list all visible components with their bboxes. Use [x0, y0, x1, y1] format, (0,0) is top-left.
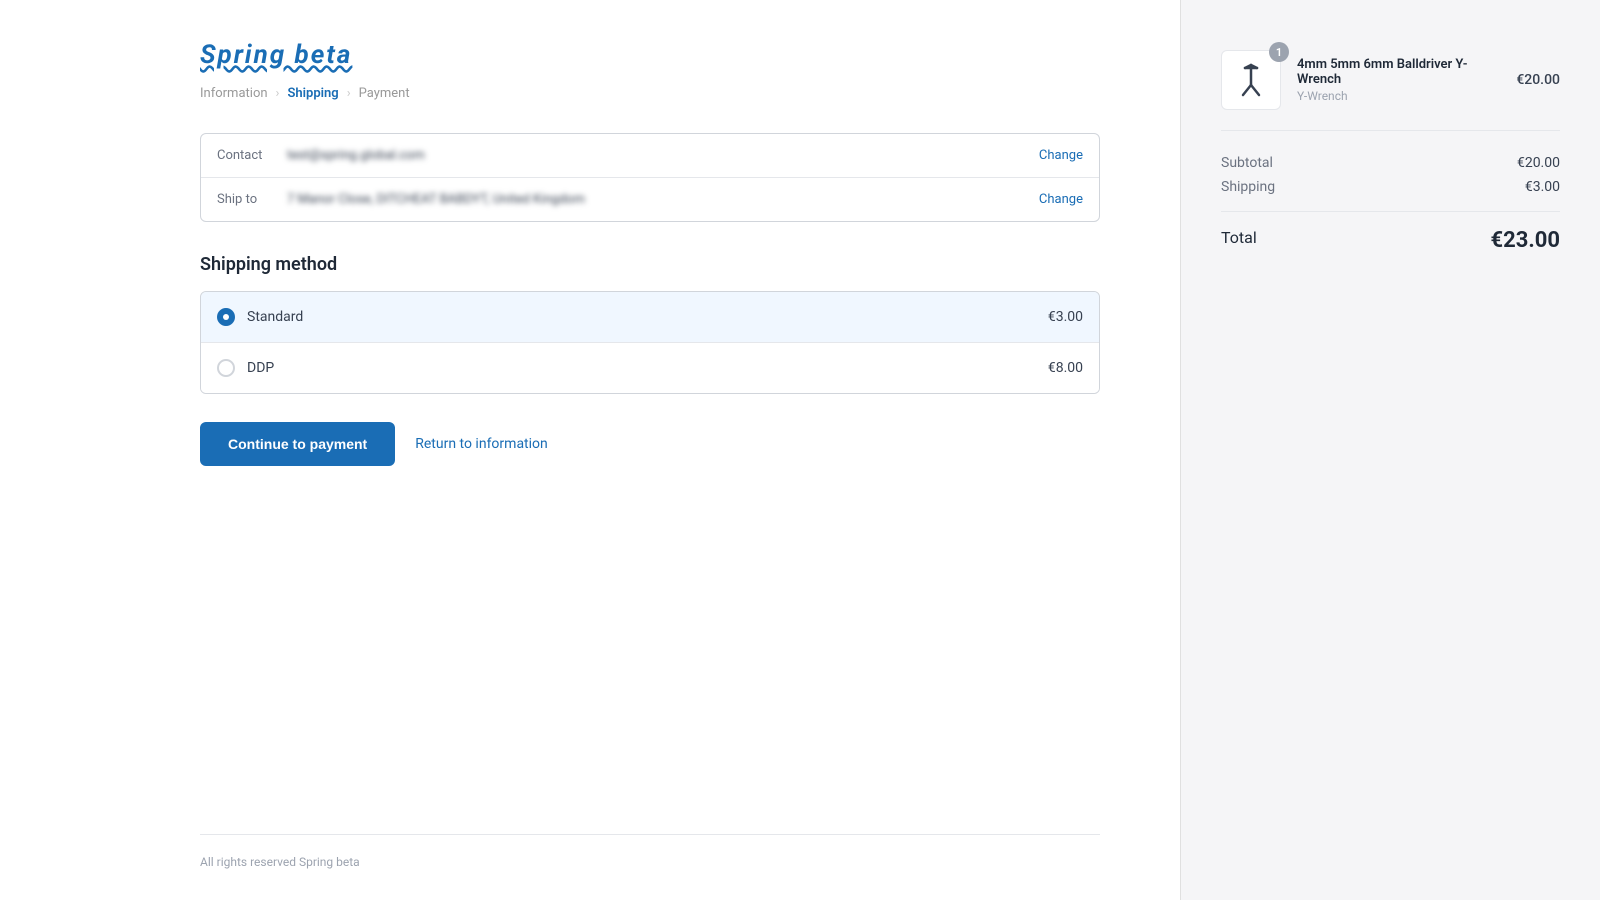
- item-quantity-badge: 1: [1269, 42, 1289, 62]
- footer: All rights reserved Spring beta: [200, 834, 1100, 870]
- shipping-ddp-label: DDP: [247, 360, 1048, 376]
- contact-value: test@spring.global.com: [287, 148, 1039, 163]
- shipping-method-title: Shipping method: [200, 254, 1100, 275]
- item-image-wrap: 1: [1221, 50, 1281, 110]
- total-value: €23.00: [1491, 228, 1561, 253]
- radio-ddp[interactable]: [217, 359, 235, 377]
- ship-to-row: Ship to 7 Manor Close, DITCHEAT BABDYT, …: [201, 177, 1099, 221]
- total-row: Total €23.00: [1221, 211, 1560, 253]
- total-label: Total: [1221, 228, 1257, 253]
- footer-text: All rights reserved Spring beta: [200, 855, 360, 869]
- contact-change-link[interactable]: Change: [1039, 148, 1083, 163]
- breadcrumb-separator-2: ›: [347, 86, 351, 101]
- actions: Continue to payment Return to informatio…: [200, 422, 1100, 466]
- contact-row: Contact test@spring.global.com Change: [201, 134, 1099, 177]
- ship-to-label: Ship to: [217, 192, 287, 207]
- shipping-label: Shipping: [1221, 179, 1275, 195]
- item-price: €20.00: [1516, 72, 1560, 88]
- shipping-options: Standard €3.00 DDP €8.00: [200, 291, 1100, 394]
- info-card: Contact test@spring.global.com Change Sh…: [200, 133, 1100, 222]
- shipping-option-ddp[interactable]: DDP €8.00: [201, 342, 1099, 393]
- cart-item: 1 4mm 5mm 6mm Balldriver Y-Wrench Y-Wren…: [1221, 50, 1560, 131]
- continue-to-payment-button[interactable]: Continue to payment: [200, 422, 395, 466]
- ship-to-value: 7 Manor Close, DITCHEAT BABDYT, United K…: [287, 192, 1039, 207]
- shipping-option-standard[interactable]: Standard €3.00: [201, 292, 1099, 342]
- contact-label: Contact: [217, 148, 287, 163]
- return-to-information-link[interactable]: Return to information: [415, 436, 548, 452]
- shipping-standard-price: €3.00: [1048, 309, 1083, 325]
- right-panel: 1 4mm 5mm 6mm Balldriver Y-Wrench Y-Wren…: [1180, 0, 1600, 900]
- left-panel: Spring beta Information › Shipping › Pay…: [0, 0, 1180, 900]
- breadcrumb: Information › Shipping › Payment: [200, 86, 1100, 101]
- radio-standard[interactable]: [217, 308, 235, 326]
- item-name: 4mm 5mm 6mm Balldriver Y-Wrench: [1297, 57, 1500, 87]
- item-details: 4mm 5mm 6mm Balldriver Y-Wrench Y-Wrench: [1297, 57, 1500, 103]
- brand-logo: Spring beta: [200, 40, 1100, 70]
- breadcrumb-separator-1: ›: [276, 86, 280, 101]
- ship-to-change-link[interactable]: Change: [1039, 192, 1083, 207]
- shipping-row: Shipping €3.00: [1221, 179, 1560, 195]
- y-wrench-icon: [1233, 62, 1269, 98]
- subtotal-label: Subtotal: [1221, 155, 1273, 171]
- subtotal-value: €20.00: [1517, 155, 1560, 171]
- breadcrumb-information[interactable]: Information: [200, 86, 268, 101]
- shipping-value: €3.00: [1525, 179, 1560, 195]
- breadcrumb-shipping[interactable]: Shipping: [287, 86, 338, 101]
- subtotal-row: Subtotal €20.00: [1221, 155, 1560, 171]
- item-variant: Y-Wrench: [1297, 89, 1500, 103]
- shipping-standard-label: Standard: [247, 309, 1048, 325]
- breadcrumb-payment[interactable]: Payment: [359, 86, 410, 101]
- shipping-ddp-price: €8.00: [1048, 360, 1083, 376]
